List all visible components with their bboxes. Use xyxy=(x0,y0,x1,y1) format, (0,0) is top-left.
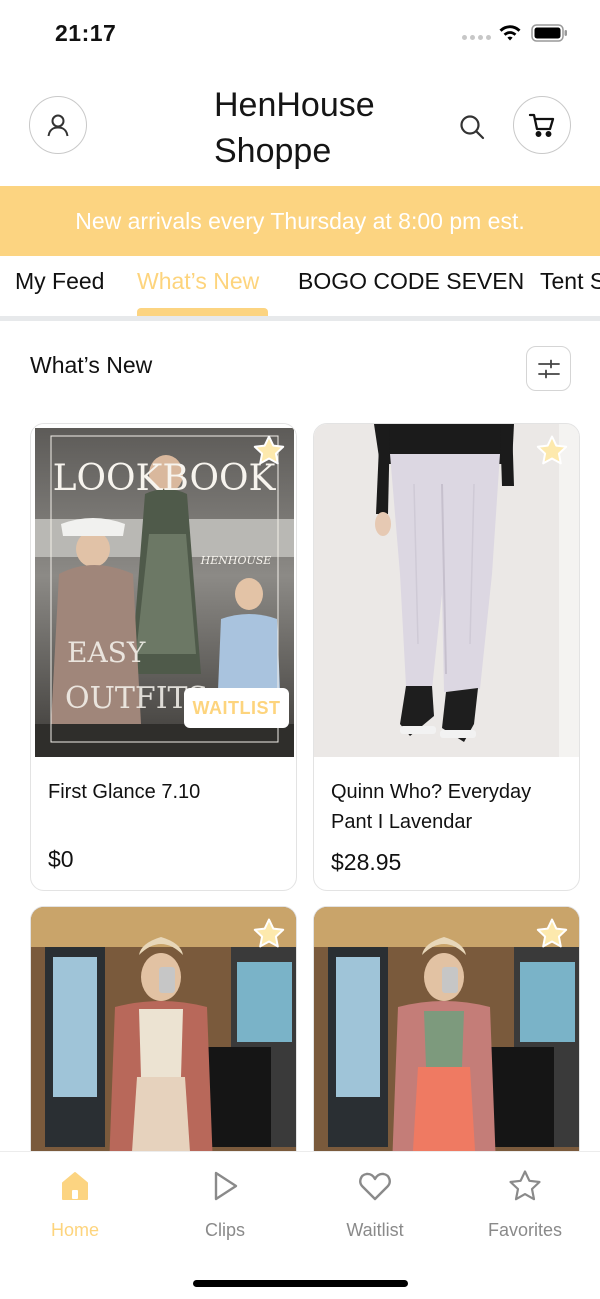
home-indicator xyxy=(193,1280,408,1287)
product-name: Quinn Who? Everyday Pant I Lavendar xyxy=(331,781,532,833)
category-tabs: My Feed What’s New BOGO CODE SEVEN Tent … xyxy=(0,256,600,318)
announcement-banner: New arrivals every Thursday at 8:00 pm e… xyxy=(0,186,600,256)
nav-label-favorites: Favorites xyxy=(487,1220,563,1240)
active-tab-indicator xyxy=(137,308,268,316)
shop-title: HenHouse Shoppe xyxy=(214,86,375,170)
product-card[interactable]: Quinn Who? Everyday Pant I Lavendar $28.… xyxy=(313,423,580,891)
status-bar: 21:17 xyxy=(0,0,600,62)
wifi-icon xyxy=(499,25,521,41)
search-icon xyxy=(460,115,485,140)
favorite-star-icon[interactable] xyxy=(252,917,286,951)
nav-label-waitlist: Waitlist xyxy=(346,1220,404,1240)
tab-whats-new[interactable]: What’s New xyxy=(137,268,259,295)
nav-home[interactable]: Home xyxy=(20,1168,130,1241)
lookbook-text: LOOKBOOK xyxy=(53,458,277,499)
search-button[interactable] xyxy=(455,110,489,144)
nav-favorites[interactable]: Favorites xyxy=(470,1168,580,1241)
cart-button[interactable] xyxy=(513,96,571,154)
lavender-pant-photo xyxy=(314,424,579,757)
tabs-divider xyxy=(0,316,600,321)
bottom-navigation: Home Clips Waitlist Favorites xyxy=(0,1151,600,1299)
waitlist-badge: WAITLIST xyxy=(184,688,289,728)
nav-label-clips: Clips xyxy=(204,1220,245,1240)
nav-waitlist[interactable]: Waitlist xyxy=(320,1168,430,1241)
profile-button[interactable] xyxy=(29,96,87,154)
section-title: What’s New xyxy=(30,352,153,378)
favorite-star-icon[interactable] xyxy=(535,917,569,951)
star-icon xyxy=(509,1170,541,1201)
tab-bogo-code-seven[interactable]: BOGO CODE SEVEN xyxy=(298,268,524,295)
app-header: HenHouse Shoppe xyxy=(0,62,600,186)
tab-my-feed[interactable]: My Feed xyxy=(15,268,104,295)
henhouse-watermark: HENHOUSE xyxy=(200,554,272,567)
nav-clips[interactable]: Clips xyxy=(170,1168,280,1241)
nav-label-home: Home xyxy=(50,1220,99,1240)
status-time: 21:17 xyxy=(55,20,117,46)
signal-icon xyxy=(462,35,491,40)
favorite-star-icon[interactable] xyxy=(535,434,569,468)
battery-icon xyxy=(531,24,567,42)
easy-text: EASY xyxy=(67,636,146,669)
user-icon xyxy=(47,114,69,137)
tab-tent-sale[interactable]: Tent Sale xyxy=(540,268,600,295)
product-image xyxy=(314,424,579,757)
favorite-star-icon[interactable] xyxy=(252,434,286,468)
heart-icon xyxy=(359,1172,391,1201)
play-icon xyxy=(214,1171,238,1201)
product-name: First Glance 7.10 xyxy=(48,781,201,803)
home-icon xyxy=(62,1172,88,1200)
product-price: $28.95 xyxy=(331,849,402,875)
filter-button[interactable] xyxy=(526,346,571,391)
banner-text: New arrivals every Thursday at 8:00 pm e… xyxy=(75,207,525,234)
product-image: LOOKBOOK HENHOUSE EASY OUTFITS WAITLIST xyxy=(31,424,296,757)
product-price: $0 xyxy=(48,846,74,872)
product-card[interactable]: LOOKBOOK HENHOUSE EASY OUTFITS WAITLIST … xyxy=(30,423,297,891)
sliders-icon xyxy=(537,359,560,378)
cart-icon xyxy=(528,113,555,137)
